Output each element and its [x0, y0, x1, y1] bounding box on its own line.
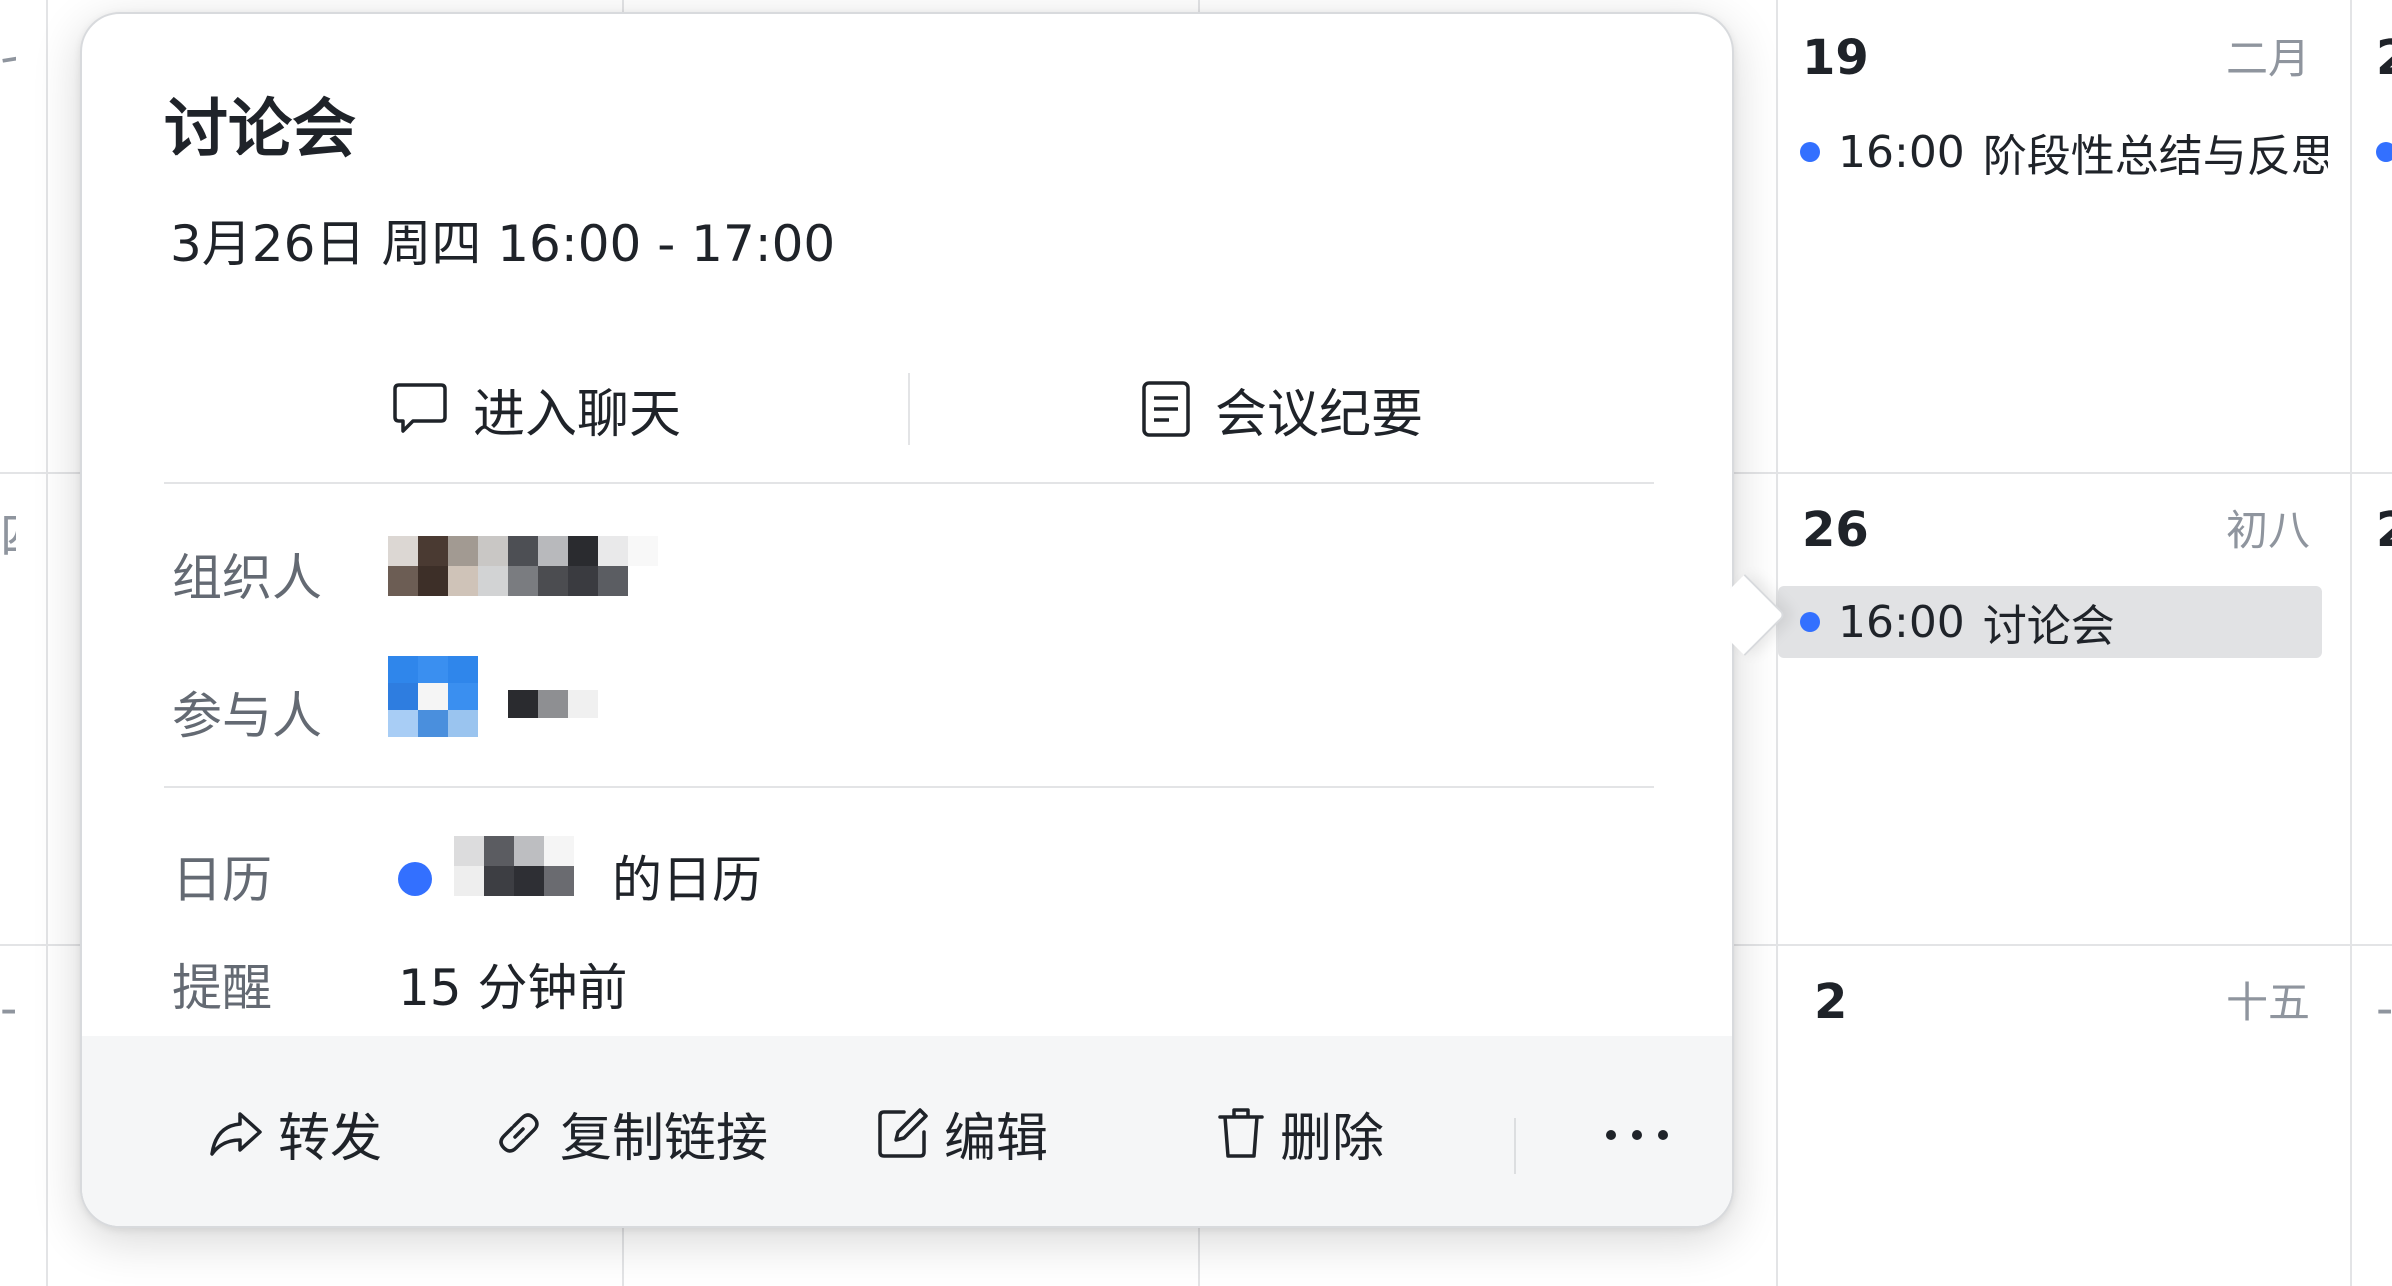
- calendar-value-suffix: 的日历: [612, 851, 762, 909]
- forward-icon: [210, 1112, 262, 1156]
- organizer-label: 组织人: [172, 549, 322, 607]
- calendar-owner-redacted: [454, 836, 574, 896]
- calendar-cell-fragment: 七: [0, 40, 16, 88]
- grid-line: [2350, 0, 2352, 1286]
- chat-bubble-icon: [393, 383, 447, 433]
- trash-icon: [1218, 1108, 1264, 1158]
- delete-button[interactable]: 删除: [1216, 1086, 1384, 1180]
- calendar-event-selected[interactable]: 16:00 讨论会: [1778, 586, 2322, 658]
- lunar-date: 十五: [2226, 978, 2311, 1027]
- calendar-cell-fragment: -: [2376, 985, 2392, 1033]
- forward-button[interactable]: 转发: [208, 1086, 382, 1180]
- reminder-value: 15 分钟前: [398, 959, 628, 1017]
- edit-label: 编辑: [944, 1108, 1049, 1169]
- enter-chat-label: 进入聊天: [472, 384, 681, 445]
- participant-avatar-redacted[interactable]: [388, 656, 478, 737]
- event-title: 讨论会: [1982, 601, 2115, 652]
- calendar-event[interactable]: 16:00 阶段性总结与反思: [1778, 116, 2328, 188]
- event-time-range: 3月26日 周四 16:00 - 17:00: [170, 215, 836, 273]
- event-title: 讨论会: [164, 93, 356, 167]
- more-dots-icon: [1606, 1130, 1616, 1140]
- more-dots-icon: [1632, 1130, 1642, 1140]
- calendar-cell-fragment: 四: [0, 512, 16, 560]
- popover-toolbar: 转发 复制链接 编辑 删除: [82, 1036, 1732, 1226]
- event-title: 阶段性总结与反思: [1982, 131, 2328, 182]
- document-icon: [1142, 381, 1190, 437]
- calendar-color-dot: [398, 862, 432, 896]
- event-color-dot: [1800, 612, 1820, 632]
- copy-link-button[interactable]: 复制链接: [492, 1086, 768, 1180]
- more-options-button[interactable]: [1592, 1100, 1682, 1170]
- reminder-label: 提醒: [172, 959, 272, 1017]
- day-number: 26: [1802, 502, 1869, 558]
- event-color-dot: [1800, 142, 1820, 162]
- meeting-minutes-label: 会议纪要: [1214, 384, 1423, 445]
- copy-link-label: 复制链接: [560, 1108, 769, 1169]
- grid-line: [46, 0, 48, 1286]
- lunar-date: 初八: [2226, 506, 2311, 555]
- divider: [164, 482, 1654, 484]
- more-dots-icon: [1658, 1130, 1668, 1140]
- participants-label: 参与人: [172, 687, 322, 745]
- event-time: 16:00: [1838, 126, 1965, 178]
- link-icon: [499, 1113, 539, 1153]
- enter-chat-button[interactable]: 进入聊天: [164, 344, 908, 474]
- event-detail-popover: 讨论会 3月26日 周四 16:00 - 17:00 进入聊天 会议纪要 组织人…: [80, 12, 1734, 1228]
- day-number: 19: [1802, 30, 1869, 86]
- popover-pointer-base: [1690, 560, 1730, 670]
- edit-button[interactable]: 编辑: [876, 1086, 1048, 1180]
- divider: [164, 786, 1654, 788]
- calendar-label: 日历: [172, 851, 272, 909]
- divider: [1514, 1118, 1516, 1174]
- calendar-cell-fragment: 2: [2376, 506, 2392, 554]
- calendar-cell-fragment: 2: [2376, 34, 2392, 82]
- lunar-date: 二月: [2226, 34, 2311, 83]
- edit-icon: [878, 1108, 928, 1158]
- day-number: 2: [1814, 974, 1848, 1030]
- forward-label: 转发: [278, 1108, 383, 1169]
- participant-name-redacted: [508, 690, 598, 718]
- organizer-avatar-redacted[interactable]: [388, 536, 658, 596]
- event-color-dot: [2376, 142, 2392, 162]
- calendar-cell-fragment: -: [0, 985, 16, 1033]
- delete-label: 删除: [1280, 1108, 1385, 1169]
- event-time: 16:00: [1838, 596, 1965, 648]
- meeting-minutes-button[interactable]: 会议纪要: [910, 344, 1654, 474]
- event-actions: 进入聊天 会议纪要: [164, 344, 1654, 474]
